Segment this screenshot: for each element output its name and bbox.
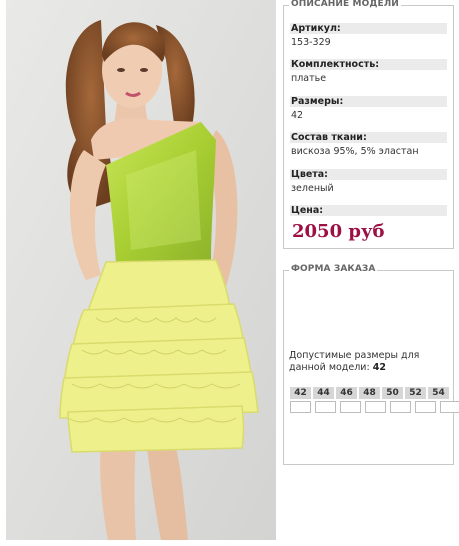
sizes-label: Размеры: bbox=[290, 96, 447, 107]
size-46-quantity-input[interactable] bbox=[340, 401, 361, 413]
size-42-quantity-input[interactable] bbox=[290, 401, 311, 413]
colors-label: Цвета: bbox=[290, 169, 447, 180]
set-label: Комплектность: bbox=[290, 59, 447, 70]
size-48-quantity-input[interactable] bbox=[365, 401, 386, 413]
size-header-50: 50 bbox=[382, 387, 403, 399]
size-input-row bbox=[290, 401, 459, 413]
set-value: платье bbox=[291, 73, 327, 84]
size-header-44: 44 bbox=[313, 387, 334, 399]
allowed-sizes-text: Допустимые размеры для данной модели: 42 bbox=[289, 350, 449, 374]
size-header-54: 54 bbox=[428, 387, 449, 399]
sizes-value: 42 bbox=[291, 110, 304, 121]
allowed-sizes-value: 42 bbox=[372, 362, 386, 373]
sku-label: Артикул: bbox=[290, 23, 447, 34]
description-legend: ОПИСАНИЕ МОДЕЛИ bbox=[289, 0, 401, 9]
sku-value: 153-329 bbox=[291, 37, 331, 48]
price-label: Цена: bbox=[290, 205, 447, 216]
model-in-dress-illustration bbox=[6, 0, 276, 540]
size-header-row: 42 44 46 48 50 52 54 bbox=[290, 387, 459, 399]
price-value: 2050 руб bbox=[292, 221, 385, 242]
description-panel: ОПИСАНИЕ МОДЕЛИ Артикул: 153-329 Комплек… bbox=[283, 0, 454, 249]
size-52-quantity-input[interactable] bbox=[415, 401, 436, 413]
colors-value: зеленый bbox=[291, 183, 334, 194]
order-form-legend: ФОРМА ЗАКАЗА bbox=[289, 264, 378, 274]
size-54-quantity-input[interactable] bbox=[440, 401, 459, 413]
size-header-42: 42 bbox=[290, 387, 311, 399]
product-photo bbox=[6, 0, 276, 540]
size-header-52: 52 bbox=[405, 387, 426, 399]
size-header-46: 46 bbox=[336, 387, 357, 399]
size-44-quantity-input[interactable] bbox=[315, 401, 336, 413]
allowed-sizes-label: Допустимые размеры для данной модели: bbox=[289, 350, 420, 373]
order-form-panel: ФОРМА ЗАКАЗА Допустимые размеры для данн… bbox=[283, 264, 459, 465]
size-quantity-grid: 42 44 46 48 50 52 54 bbox=[290, 387, 459, 413]
fabric-value: вискоза 95%, 5% эластан bbox=[291, 146, 419, 157]
size-50-quantity-input[interactable] bbox=[390, 401, 411, 413]
size-header-48: 48 bbox=[359, 387, 380, 399]
fabric-label: Состав ткани: bbox=[290, 132, 447, 143]
